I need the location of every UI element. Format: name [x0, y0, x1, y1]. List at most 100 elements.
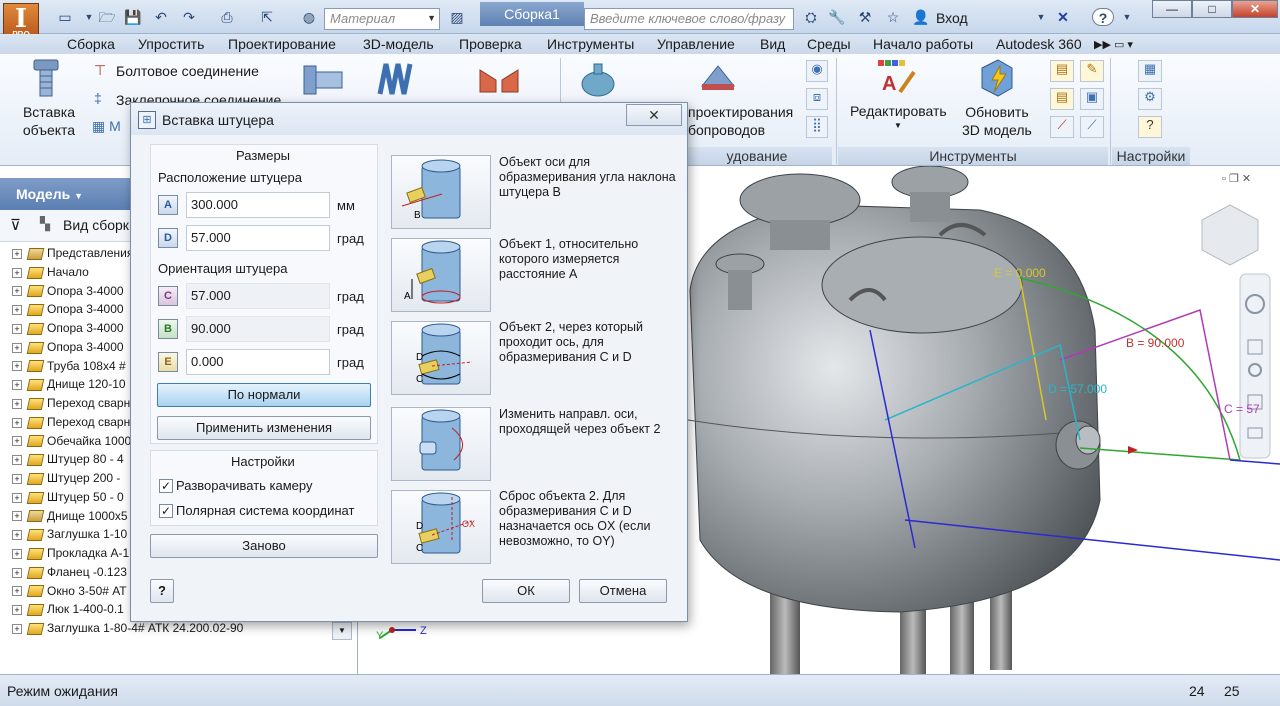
user-icon[interactable]: 👤: [910, 8, 932, 26]
tree-item[interactable]: + Заглушка 1-80-4# АТК 24.200.02-90: [12, 621, 243, 639]
tab-3d-model[interactable]: 3D-модель: [363, 36, 434, 52]
tree-item[interactable]: + Опора 3-4000: [12, 321, 124, 339]
minimize-button[interactable]: —: [1152, 0, 1192, 18]
tree-item[interactable]: + Люк 1-400-0.1: [12, 602, 124, 620]
grid-icon[interactable]: ⣿: [806, 116, 828, 138]
pipe-design-icon[interactable]: [698, 60, 738, 94]
edit-button[interactable]: Редактировать: [850, 103, 947, 119]
spring-icon[interactable]: [374, 58, 420, 100]
normal-button[interactable]: По нормали: [157, 383, 371, 407]
update-3d-icon[interactable]: [978, 58, 1016, 98]
filter-icon[interactable]: ⊽: [10, 216, 21, 234]
dialog-close-button[interactable]: ✕: [626, 104, 682, 126]
tree-item[interactable]: + Опора 3-4000: [12, 284, 124, 302]
tree-item[interactable]: + Фланец -0.123: [12, 565, 127, 583]
tree-scroll-down-button[interactable]: ▼: [332, 622, 352, 640]
tool-e-icon[interactable]: ⟋: [1050, 116, 1074, 138]
bolt-connection-button[interactable]: Болтовое соединение: [116, 63, 259, 79]
view-cube[interactable]: [1201, 204, 1259, 266]
tree-item[interactable]: + Штуцер 50 - 0: [12, 490, 124, 508]
camera-icon[interactable]: ◉: [806, 60, 828, 82]
help-icon[interactable]: ?: [1092, 8, 1114, 26]
expand-icon[interactable]: +: [12, 436, 22, 447]
redo-icon[interactable]: ↷: [178, 8, 200, 26]
exchange-icon[interactable]: ✕: [1052, 8, 1074, 26]
sphere-icon[interactable]: ◍: [298, 8, 320, 26]
tree-item[interactable]: + Опора 3-4000: [12, 340, 124, 358]
expand-icon[interactable]: +: [12, 380, 22, 391]
cone-icon[interactable]: [478, 62, 522, 96]
insert-object-icon[interactable]: [28, 58, 64, 100]
rotate-camera-label[interactable]: Разворачивать камеру: [176, 478, 312, 493]
tree-item[interactable]: + Днище 120-10: [12, 377, 126, 395]
polar-coords-label[interactable]: Полярная система координат: [176, 503, 354, 518]
login-link[interactable]: Вход: [936, 10, 968, 26]
open-icon[interactable]: 🗁: [96, 8, 118, 26]
expand-icon[interactable]: +: [12, 492, 22, 503]
tab-assembly[interactable]: Сборка: [67, 36, 115, 52]
tab-get-started[interactable]: Начало работы: [873, 36, 973, 52]
expand-icon[interactable]: +: [12, 605, 22, 616]
tree-item[interactable]: + Переход сварн: [12, 396, 130, 414]
tree-item[interactable]: + Представления: [12, 246, 133, 264]
step-4-button[interactable]: [391, 407, 491, 481]
tree-item[interactable]: + Штуцер 80 - 4: [12, 452, 124, 470]
star-icon[interactable]: ☆: [882, 8, 904, 26]
tool-c-icon[interactable]: ▤: [1050, 88, 1074, 110]
frame-icon[interactable]: ▦ M: [92, 118, 121, 135]
expand-icon[interactable]: +: [12, 342, 22, 353]
expand-icon[interactable]: +: [12, 586, 22, 597]
dialog-help-button[interactable]: ?: [150, 579, 174, 603]
rotate-camera-checkbox[interactable]: ✓: [159, 479, 173, 493]
tools-icon[interactable]: ⚒: [854, 8, 876, 26]
tab-design[interactable]: Проектирование: [228, 36, 336, 52]
reset-button[interactable]: Заново: [150, 534, 378, 558]
expand-icon[interactable]: +: [12, 286, 22, 297]
expand-icon[interactable]: +: [12, 473, 22, 484]
shaft-icon[interactable]: [300, 60, 346, 100]
tree-item[interactable]: + Днище 1000x5: [12, 509, 128, 527]
angle-b-input[interactable]: 90.000: [186, 316, 330, 342]
tab-view[interactable]: Вид: [760, 36, 785, 52]
ok-button[interactable]: ОК: [482, 579, 570, 603]
tab-tools[interactable]: Инструменты: [547, 36, 634, 52]
polar-coords-checkbox[interactable]: ✓: [159, 504, 173, 518]
angle-e-input[interactable]: 0.000: [186, 349, 330, 375]
pipe-design-button[interactable]: проектирования бопроводов: [688, 103, 793, 139]
angle-c-input[interactable]: 57.000: [186, 283, 330, 309]
tab-simplify[interactable]: Упростить: [138, 36, 204, 52]
expand-icon[interactable]: +: [12, 623, 22, 634]
expand-icon[interactable]: +: [12, 417, 22, 428]
expand-icon[interactable]: +: [12, 511, 22, 522]
expand-icon[interactable]: +: [12, 567, 22, 578]
step-3-button[interactable]: DC: [391, 321, 491, 395]
viewport-window-controls[interactable]: ▫ ❐ ✕: [1222, 172, 1251, 185]
tab-manage[interactable]: Управление: [657, 36, 735, 52]
binoculars-icon[interactable]: ⛭: [800, 8, 822, 26]
tool-d-icon[interactable]: ▣: [1080, 88, 1104, 110]
angle-d-input[interactable]: 57.000: [186, 225, 330, 251]
search-input[interactable]: Введите ключевое слово/фразу: [584, 8, 794, 30]
step-1-button[interactable]: B: [391, 155, 491, 229]
help-dropdown-icon[interactable]: ▼: [1116, 8, 1138, 26]
material-select[interactable]: Материал ▼: [324, 8, 440, 30]
tree-item[interactable]: + Опора 3-4000: [12, 302, 124, 320]
tool-f-icon[interactable]: ⟋: [1080, 116, 1104, 138]
tree-item[interactable]: + Окно 3-50# АТ: [12, 584, 127, 602]
tool-b-icon[interactable]: ✎: [1080, 60, 1104, 82]
tab-autodesk-360[interactable]: Autodesk 360: [996, 36, 1082, 52]
expand-icon[interactable]: +: [12, 548, 22, 559]
expand-icon[interactable]: +: [12, 361, 22, 372]
tab-environments[interactable]: Среды: [807, 36, 851, 52]
expand-icon[interactable]: +: [12, 248, 22, 259]
update-3d-button[interactable]: Обновить 3D модель: [962, 103, 1032, 139]
step-5-button[interactable]: OX D C: [391, 490, 491, 564]
expand-icon[interactable]: +: [12, 267, 22, 278]
expand-icon[interactable]: +: [12, 305, 22, 316]
step-2-button[interactable]: A: [391, 238, 491, 312]
more-tabs-icon[interactable]: ▶▶ ▭ ▾: [1094, 38, 1133, 51]
undo-icon[interactable]: ↶: [150, 8, 172, 26]
expand-icon[interactable]: +: [12, 455, 22, 466]
insert-object-button[interactable]: Вставка объекта: [22, 103, 76, 139]
distance-a-input[interactable]: 300.000: [186, 192, 330, 218]
